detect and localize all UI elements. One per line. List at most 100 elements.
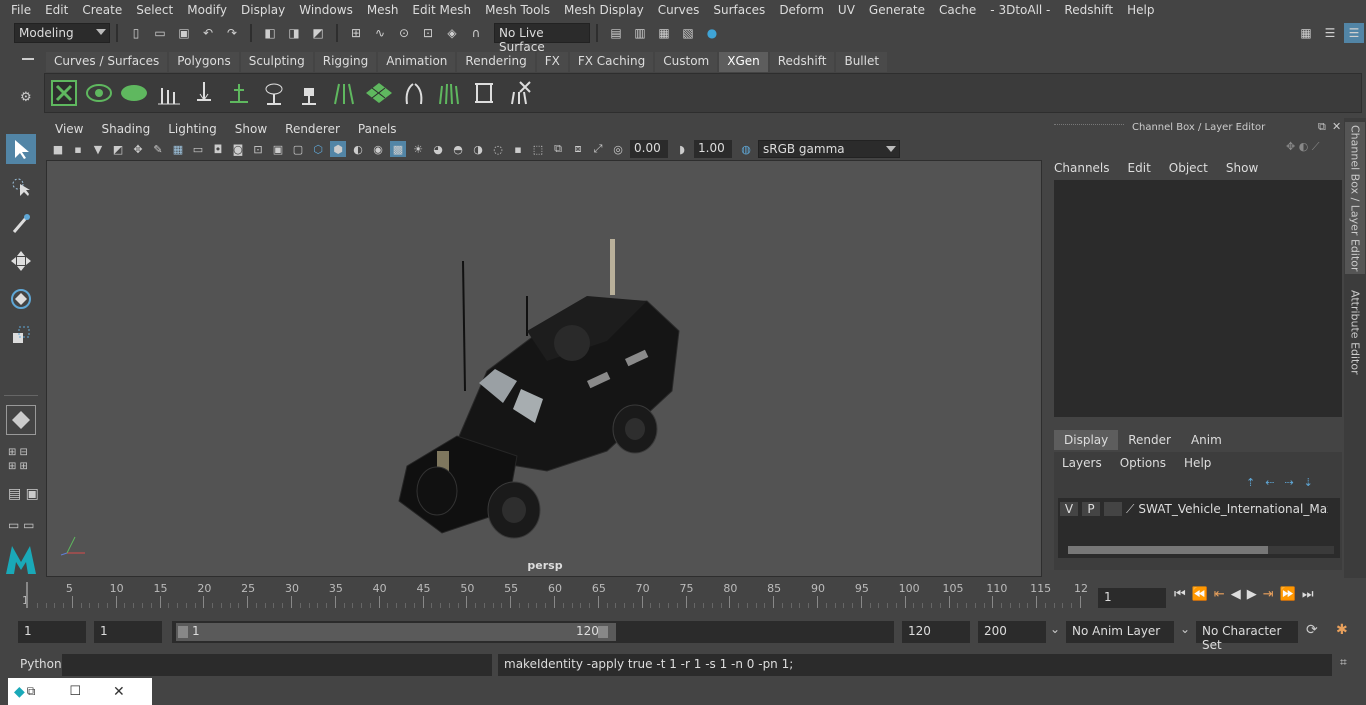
layer-name[interactable]: SWAT_Vehicle_International_MaxxPro xyxy=(1138,502,1328,516)
gamma-field[interactable]: 1.00 xyxy=(694,140,732,158)
xgen-groom-icon[interactable] xyxy=(434,78,464,108)
toggle-channel-box-icon[interactable]: ☰ xyxy=(1344,23,1364,43)
layer-tab-display[interactable]: Display xyxy=(1054,430,1119,450)
go-to-start-icon[interactable]: ⏮ xyxy=(1174,587,1186,602)
viewport-menu-panels[interactable]: Panels xyxy=(349,122,406,136)
tab-xgen[interactable]: XGen xyxy=(719,52,768,72)
gamma-icon[interactable]: ◗ xyxy=(674,141,690,157)
use-lights-icon[interactable]: ▩ xyxy=(390,141,406,157)
exposure-field[interactable]: 0.00 xyxy=(630,140,668,158)
ipr-render-icon[interactable]: ▦ xyxy=(654,23,674,43)
menu-uv[interactable]: UV xyxy=(831,3,862,17)
grease-pencil-icon[interactable]: ✎ xyxy=(150,141,166,157)
chevron-down-icon[interactable]: ⌄ xyxy=(1180,622,1190,636)
layout-two-pane-icon[interactable]: ▤ ▣ xyxy=(8,486,39,502)
menu-curves[interactable]: Curves xyxy=(651,3,707,17)
color-management-icon[interactable]: ◍ xyxy=(738,141,754,157)
tab-rendering[interactable]: Rendering xyxy=(457,52,535,72)
isolate-select-icon[interactable]: ▪ xyxy=(510,141,526,157)
tab-bullet[interactable]: Bullet xyxy=(836,52,888,72)
channel-menu-show[interactable]: Show xyxy=(1226,161,1258,175)
scene-start-field[interactable]: 1 xyxy=(18,621,86,643)
snap-magnet-icon[interactable]: ∩ xyxy=(466,23,486,43)
soft-select-icon[interactable] xyxy=(6,405,36,435)
scale-tool-icon[interactable] xyxy=(6,320,36,350)
layer-playback-toggle[interactable]: P xyxy=(1082,502,1100,516)
tab-curves-surfaces[interactable]: Curves / Surfaces xyxy=(46,52,168,72)
tab-animation[interactable]: Animation xyxy=(378,52,456,72)
menu-mesh-display[interactable]: Mesh Display xyxy=(557,3,651,17)
animation-prefs-icon[interactable]: ✱ xyxy=(1336,622,1348,638)
menu-generate[interactable]: Generate xyxy=(862,3,932,17)
layer-scrollbar[interactable] xyxy=(1068,546,1334,554)
step-forward-frame-icon[interactable]: ⇥ xyxy=(1263,587,1274,602)
gate-mask-icon[interactable]: ◙ xyxy=(230,141,246,157)
color-space-select[interactable]: sRGB gamma xyxy=(758,140,900,158)
undo-icon[interactable]: ↶ xyxy=(198,23,218,43)
chevron-down-icon[interactable]: ⌄ xyxy=(1050,622,1060,636)
menu-create[interactable]: Create xyxy=(75,3,129,17)
play-backwards-icon[interactable]: ◀ xyxy=(1231,587,1241,602)
auto-key-icon[interactable]: ⟳ xyxy=(1306,622,1318,638)
redo-icon[interactable]: ↷ xyxy=(222,23,242,43)
render-settings-icon[interactable]: ▧ xyxy=(678,23,698,43)
tab-polygons[interactable]: Polygons xyxy=(169,52,239,72)
xray-icon[interactable]: ⬚ xyxy=(530,141,546,157)
menu-windows[interactable]: Windows xyxy=(292,3,360,17)
render-view-icon[interactable]: ▤ xyxy=(606,23,626,43)
motion-blur-icon[interactable]: ◓ xyxy=(450,141,466,157)
menu-modify[interactable]: Modify xyxy=(180,3,234,17)
shelf-settings-gear-icon[interactable]: ⚙ xyxy=(20,90,32,105)
maximize-icon[interactable]: ☐ xyxy=(69,684,81,699)
mode-select[interactable]: Modeling xyxy=(14,23,110,43)
viewport-menu-shading[interactable]: Shading xyxy=(92,122,159,136)
select-hierarchy-icon[interactable]: ◧ xyxy=(260,23,280,43)
time-slider[interactable]: 1510152025303540455055606570758085909510… xyxy=(18,580,1091,610)
vehicle-model[interactable] xyxy=(47,161,1043,578)
xgen-move-guide-icon[interactable] xyxy=(189,78,219,108)
tab-redshift[interactable]: Redshift xyxy=(769,52,835,72)
xray-joints-icon[interactable]: ⧉ xyxy=(550,141,566,157)
anti-alias-icon[interactable]: ◑ xyxy=(470,141,486,157)
live-surface-field[interactable]: No Live Surface xyxy=(494,23,590,54)
menu-file[interactable]: File xyxy=(4,3,38,17)
current-frame-field[interactable]: 1 xyxy=(1098,588,1166,608)
field-chart-icon[interactable]: ⊡ xyxy=(250,141,266,157)
render-frame-icon[interactable]: ▥ xyxy=(630,23,650,43)
channel-menu-edit[interactable]: Edit xyxy=(1128,161,1151,175)
go-to-end-icon[interactable]: ⏭ xyxy=(1302,587,1314,602)
frame-all-icon[interactable]: ⤢ xyxy=(590,141,606,157)
snap-curve-icon[interactable]: ∿ xyxy=(370,23,390,43)
bookmark-icon[interactable]: ▼ xyxy=(90,141,106,157)
select-object-icon[interactable]: ◨ xyxy=(284,23,304,43)
menu-deform[interactable]: Deform xyxy=(772,3,831,17)
viewport-menu-show[interactable]: Show xyxy=(226,122,276,136)
channel-options-icon[interactable]: ✥ ◐ ⟋ xyxy=(1286,140,1320,154)
menu-surfaces[interactable]: Surfaces xyxy=(706,3,772,17)
snap-point-icon[interactable]: ⊙ xyxy=(394,23,414,43)
depth-of-field-icon[interactable]: ◌ xyxy=(490,141,506,157)
resolution-gate-icon[interactable]: ◘ xyxy=(210,141,226,157)
current-time-indicator[interactable] xyxy=(26,582,28,608)
xgen-lock-guide-icon[interactable] xyxy=(294,78,324,108)
xgen-editor-icon[interactable] xyxy=(49,78,79,108)
layout-single-pane-icon[interactable]: ⊞ ⊟ ⊞ ⊞ xyxy=(8,446,28,474)
perspective-viewport[interactable]: persp xyxy=(46,160,1042,577)
tab-rigging[interactable]: Rigging xyxy=(314,52,377,72)
wireframe-icon[interactable]: ⬡ xyxy=(310,141,326,157)
menu-help[interactable]: Help xyxy=(1120,3,1161,17)
exposure-icon[interactable]: ◎ xyxy=(610,141,626,157)
workspace-icon[interactable]: ▦ xyxy=(1296,23,1316,43)
step-forward-key-icon[interactable]: ⏩ xyxy=(1280,587,1296,602)
layer-menu-layers[interactable]: Layers xyxy=(1062,456,1102,470)
xray-components-icon[interactable]: ⧈ xyxy=(570,141,586,157)
range-slider-handle[interactable] xyxy=(176,623,616,641)
range-handle-left[interactable] xyxy=(178,626,188,638)
range-handle-right[interactable] xyxy=(598,626,608,638)
lasso-tool-icon[interactable] xyxy=(6,172,36,202)
new-scene-icon[interactable]: ▯ xyxy=(126,23,146,43)
snap-grid-icon[interactable]: ⊞ xyxy=(346,23,366,43)
layer-tab-anim[interactable]: Anim xyxy=(1181,430,1232,450)
step-back-frame-icon[interactable]: ⇤ xyxy=(1214,587,1225,602)
rotate-tool-icon[interactable] xyxy=(6,284,36,314)
